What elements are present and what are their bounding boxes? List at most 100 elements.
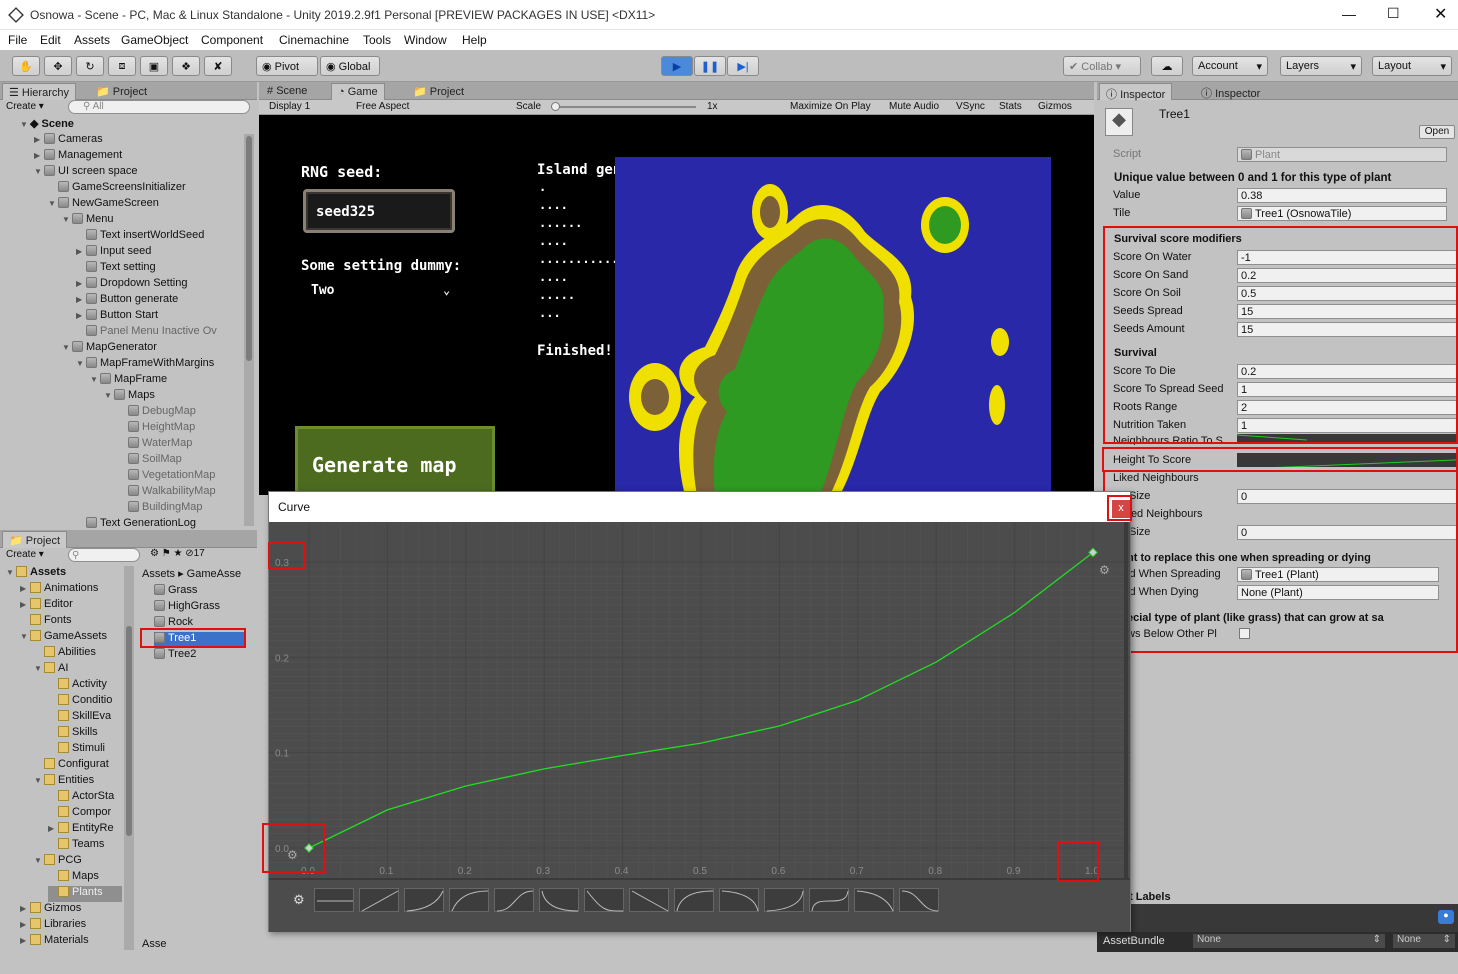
curve-preset-button[interactable] — [359, 888, 399, 912]
tab-project[interactable]: 📁 Project — [90, 83, 153, 100]
hierarchy-item[interactable]: ▼ MapFrameWithMargins — [76, 357, 214, 373]
curve-graph-svg[interactable]: 0.30.20.10.00.0 0.1 0.2 0.3 0.4 0.5 0.6 0.7 0.8 0… — [269, 522, 1130, 880]
project-file[interactable]: HighGrass — [154, 600, 220, 616]
tab-scene[interactable]: # Scene — [261, 83, 313, 100]
menu-component[interactable]: Component — [201, 33, 263, 47]
project-folder[interactable]: ▼ PCG — [34, 854, 82, 870]
curve-preset-button[interactable] — [629, 888, 669, 912]
global-button[interactable]: ◉ Global — [320, 56, 380, 76]
expand-arrow-icon[interactable]: ▶ — [34, 135, 44, 144]
project-folder[interactable]: Activity — [48, 678, 107, 694]
project-folder[interactable]: SkillEva — [48, 710, 111, 726]
project-folder[interactable]: Plants — [48, 886, 122, 902]
play-button[interactable]: ▶ — [661, 56, 693, 76]
stats-toggle[interactable]: Stats — [999, 101, 1022, 112]
transform-tool-icon[interactable]: ❖ — [172, 56, 200, 76]
project-folder[interactable]: ▶ Editor — [20, 598, 73, 614]
hierarchy-item[interactable]: ▼ MapGenerator — [62, 341, 157, 357]
tab-project-mid[interactable]: 📁 Project — [407, 83, 470, 100]
tile-field[interactable]: Tree1 (OsnowaTile) — [1237, 206, 1447, 221]
expand-arrow-icon[interactable]: ▶ — [76, 247, 86, 256]
expand-arrow-icon[interactable]: ▶ — [34, 151, 44, 160]
hierarchy-item[interactable]: ▼ UI screen space — [34, 165, 137, 181]
menu-window[interactable]: Window — [404, 33, 447, 47]
project-folder[interactable]: Teams — [48, 838, 104, 854]
project-folder[interactable]: Skills — [48, 726, 98, 742]
hierarchy-item[interactable]: WaterMap — [118, 437, 192, 453]
project-file[interactable]: Grass — [154, 584, 197, 600]
account-dropdown[interactable]: Account ▾ — [1192, 56, 1268, 76]
mute-audio-toggle[interactable]: Mute Audio — [889, 101, 939, 112]
hierarchy-item[interactable]: Text insertWorldSeed — [76, 229, 204, 245]
hierarchy-item[interactable]: WalkabilityMap — [118, 485, 216, 501]
project-folder[interactable]: ▼ Assets — [6, 566, 66, 582]
vsync-toggle[interactable]: VSync — [956, 101, 985, 112]
curve-graph[interactable]: 0.3 0.2 0.1 0.0 0.0 0.1 0.2 0.3 0.4 0.5 0.6 0.7 0.8 0… — [269, 522, 1130, 880]
expand-arrow-icon[interactable]: ▶ — [20, 936, 30, 945]
project-folder[interactable]: ▶ Animations — [20, 582, 98, 598]
custom-tool-icon[interactable]: ✘ — [204, 56, 232, 76]
tab-project-bottom[interactable]: 📁 Project — [2, 531, 68, 548]
cloud-icon[interactable]: ☁ — [1151, 56, 1183, 76]
expand-arrow-icon[interactable]: ▶ — [20, 600, 30, 609]
hierarchy-item[interactable]: ▼ MapFrame — [90, 373, 167, 389]
pause-button[interactable]: ❚❚ — [694, 56, 726, 76]
expand-arrow-icon[interactable]: ▼ — [20, 632, 30, 641]
settings-gear-icon[interactable]: ⚙ — [293, 892, 305, 908]
curve-preset-button[interactable] — [584, 888, 624, 912]
curve-preset-button[interactable] — [314, 888, 354, 912]
label-tag-icon[interactable]: ● — [1438, 910, 1454, 924]
expand-arrow-icon[interactable]: ▼ — [48, 199, 58, 208]
expand-arrow-icon[interactable]: ▼ — [76, 359, 86, 368]
hierarchy-item[interactable]: ▶ Management — [34, 149, 122, 165]
close-button[interactable]: ✕ — [1434, 4, 1447, 24]
project-folder[interactable]: Configurat — [34, 758, 109, 774]
open-button[interactable]: Open — [1419, 125, 1455, 139]
minimize-button[interactable]: — — [1342, 6, 1356, 22]
scale-tool-icon[interactable]: ⧈ — [108, 56, 136, 76]
tab-inspector-2[interactable]: ⓘ Inspector — [1195, 83, 1266, 100]
expand-arrow-icon[interactable]: ▶ — [76, 279, 86, 288]
curve-preset-button[interactable] — [449, 888, 489, 912]
tab-inspector[interactable]: ⓘ Inspector — [1099, 83, 1173, 101]
hierarchy-item[interactable]: ▼ Maps — [104, 389, 155, 405]
aspect-dropdown[interactable]: Free Aspect — [356, 101, 409, 112]
project-create-dropdown[interactable]: Create ▾ — [6, 549, 44, 560]
hierarchy-item[interactable]: DebugMap — [118, 405, 196, 421]
project-folder[interactable]: Maps — [48, 870, 99, 886]
project-folder[interactable]: Abilities — [34, 646, 96, 662]
expand-arrow-icon[interactable]: ▼ — [104, 391, 114, 400]
maximize-button[interactable]: ☐ — [1387, 5, 1400, 22]
keyframe-gear-icon[interactable]: ⚙ — [1099, 563, 1110, 577]
menu-assets[interactable]: Assets — [74, 33, 110, 47]
hierarchy-item[interactable]: ▶ Button generate — [76, 293, 178, 309]
expand-arrow-icon[interactable]: ▶ — [76, 295, 86, 304]
collab-button[interactable]: ✔ Collab ▾ — [1063, 56, 1141, 76]
hierarchy-item[interactable]: GameScreensInitializer — [48, 181, 186, 197]
setting-dropdown[interactable]: Two ⌄ — [311, 283, 457, 301]
project-tree-scrollbar[interactable] — [124, 566, 134, 950]
project-folder[interactable]: ▶ Gizmos — [20, 902, 81, 918]
hierarchy-item[interactable]: ▼ NewGameScreen — [48, 197, 159, 213]
hierarchy-item[interactable]: Text setting — [76, 261, 156, 277]
curve-preset-button[interactable] — [809, 888, 849, 912]
menu-edit[interactable]: Edit — [40, 33, 61, 47]
expand-arrow-icon[interactable]: ▼ — [34, 776, 44, 785]
hierarchy-item[interactable]: ▶ Input seed — [76, 245, 151, 261]
hand-tool-icon[interactable]: ✋ — [12, 56, 40, 76]
project-folder[interactable]: ▼ Entities — [34, 774, 94, 790]
expand-arrow-icon[interactable]: ▼ — [62, 343, 72, 352]
menu-cinemachine[interactable]: Cinemachine — [279, 33, 349, 47]
hierarchy-item[interactable]: BuildingMap — [118, 501, 203, 517]
expand-arrow-icon[interactable]: ▶ — [76, 311, 86, 320]
expand-arrow-icon[interactable]: ▼ — [34, 856, 44, 865]
expand-arrow-icon[interactable]: ▼ — [34, 664, 44, 673]
maximize-on-play-toggle[interactable]: Maximize On Play — [790, 101, 871, 112]
project-folder[interactable]: Compor — [48, 806, 111, 822]
curve-preset-button[interactable] — [404, 888, 444, 912]
expand-arrow-icon[interactable]: ▶ — [20, 904, 30, 913]
tab-hierarchy[interactable]: ☰ Hierarchy — [2, 83, 76, 100]
filter-icons[interactable]: ⚙ ⚑ ★ ⊘17 — [150, 548, 205, 559]
curve-preset-button[interactable] — [539, 888, 579, 912]
project-folder[interactable]: ActorSta — [48, 790, 114, 806]
